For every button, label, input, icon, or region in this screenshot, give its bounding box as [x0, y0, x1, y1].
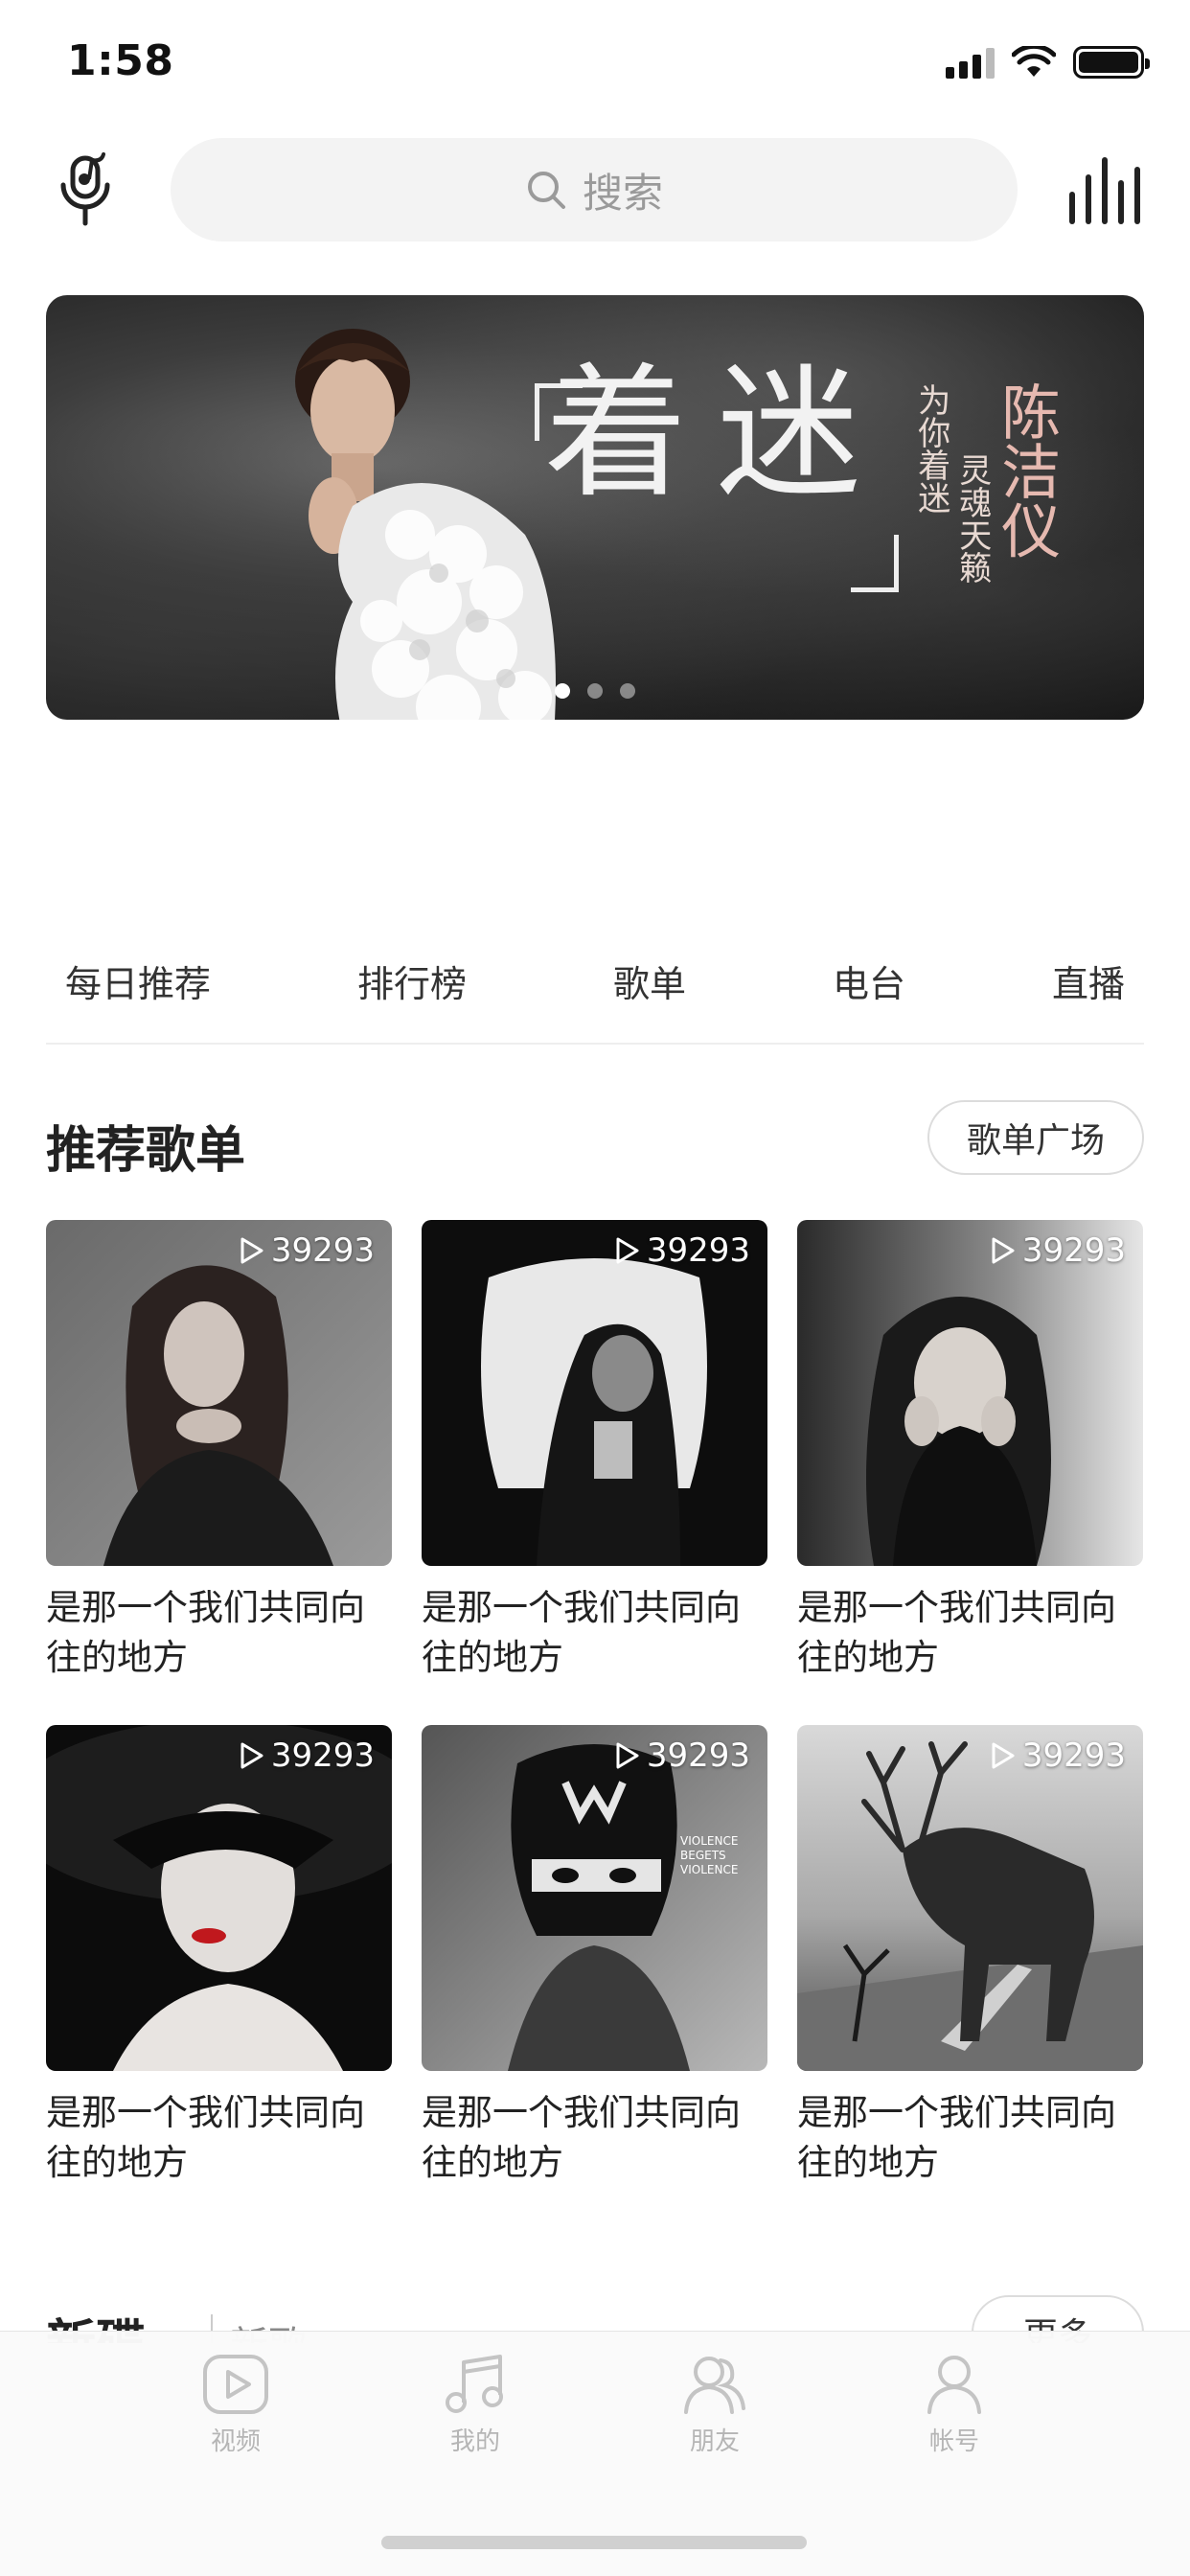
banner-title: 着迷 [544, 351, 890, 518]
playlist-cover[interactable]: 39293 [422, 1220, 767, 1566]
cover-image [797, 1220, 1143, 1566]
carousel-dot[interactable] [555, 683, 570, 699]
account-icon [927, 2356, 981, 2414]
cellular-signal-icon [946, 46, 995, 79]
tab-label: 我的 [449, 2427, 500, 2456]
play-count: 39293 [990, 1231, 1126, 1270]
playlist-card[interactable]: 39293 是那一个我们共同向往的地方 [797, 1725, 1143, 2188]
search-icon [527, 172, 565, 209]
playlist-cover[interactable]: 39293 [46, 1725, 392, 2071]
playlist-grid: 39293 是那一个我们共同向往的地方 39293 是那一个我们共同向往的地方 [46, 1220, 1144, 2188]
playlist-card[interactable]: 39293 是那一个我们共同向往的地方 [797, 1220, 1143, 1683]
cover-image [797, 1725, 1143, 2071]
status-time: 1:58 [67, 36, 174, 85]
play-icon [240, 1742, 263, 1769]
play-count: 39293 [990, 1736, 1126, 1775]
equalizer-icon [1069, 192, 1075, 224]
tab-label: 视频 [210, 2427, 261, 2456]
playlist-plaza-button[interactable]: 歌单广场 [927, 1100, 1144, 1175]
friends-icon [684, 2357, 745, 2414]
play-icon [240, 1237, 263, 1264]
play-icon [616, 1742, 639, 1769]
equalizer-button[interactable] [1069, 157, 1140, 224]
nav-item-charts[interactable]: 排行榜 [357, 954, 467, 1007]
tab-friends[interactable]: 朋友 [595, 2353, 835, 2457]
category-nav: 每日推荐 排行榜 歌单 电台 直播 [46, 918, 1144, 1045]
wifi-icon [1012, 46, 1056, 77]
svg-text:VIOLENCE: VIOLENCE [680, 1834, 738, 1848]
tab-list: 视频 我的 朋友 帐号 [0, 2353, 1190, 2457]
nav-item-radio[interactable]: 电台 [833, 954, 905, 1007]
play-count-value: 39293 [270, 1231, 375, 1270]
search-input[interactable]: 搜索 [171, 138, 1018, 242]
play-count-value: 39293 [1021, 1736, 1126, 1775]
carousel-indicator[interactable] [46, 683, 1144, 699]
playlist-cover[interactable]: 39293 [46, 1220, 392, 1566]
play-count-value: 39293 [1021, 1231, 1126, 1270]
playlist-card[interactable]: 39293 是那一个我们共同向往的地方 [46, 1220, 392, 1683]
video-icon [203, 2355, 268, 2414]
tab-account[interactable]: 帐号 [835, 2353, 1074, 2457]
recommended-header: 推荐歌单 歌单广场 [46, 1100, 1144, 1180]
play-count: 39293 [614, 1231, 750, 1270]
playlist-card[interactable]: 39293 是那一个我们共同向往的地方 [46, 1725, 392, 2188]
playlist-title[interactable]: 是那一个我们共同向往的地方 [797, 1583, 1143, 1683]
banner-tagline: 为你着迷 [911, 383, 950, 514]
status-bar: 1:58 [0, 0, 1190, 126]
svg-text:BEGETS: BEGETS [680, 1849, 726, 1862]
playlist-card[interactable]: VIOLENCE BEGETS VIOLENCE 39293 是那一个我们共同向… [422, 1725, 767, 2188]
music-note-icon [446, 2355, 503, 2413]
playlist-cover[interactable]: 39293 [797, 1725, 1143, 2071]
home-indicator[interactable] [381, 2536, 807, 2549]
carousel-dot[interactable] [620, 683, 635, 699]
play-icon [992, 1237, 1015, 1264]
header: 搜索 [0, 134, 1190, 245]
banner-tagline-2: 灵魂天籁 [952, 453, 992, 584]
status-icons [946, 46, 1150, 79]
playlist-title[interactable]: 是那一个我们共同向往的地方 [797, 2088, 1143, 2188]
carousel-dot[interactable] [587, 683, 603, 699]
battery-icon [1073, 46, 1150, 79]
play-icon [992, 1742, 1015, 1769]
nav-item-daily[interactable]: 每日推荐 [65, 954, 211, 1007]
banner-carousel[interactable]: 着迷 为你着迷 灵魂天籁 陈洁仪 [46, 295, 1144, 720]
playlist-card[interactable]: 39293 是那一个我们共同向往的地方 [422, 1220, 767, 1683]
play-count-value: 39293 [270, 1736, 375, 1775]
section-title: 推荐歌单 [46, 1122, 246, 1180]
playlist-title[interactable]: 是那一个我们共同向往的地方 [422, 2088, 767, 2188]
playlist-title[interactable]: 是那一个我们共同向往的地方 [46, 1583, 392, 1683]
playlist-cover[interactable]: VIOLENCE BEGETS VIOLENCE 39293 [422, 1725, 767, 2071]
playlist-cover[interactable]: 39293 [797, 1220, 1143, 1566]
play-icon [616, 1237, 639, 1264]
nav-item-playlists[interactable]: 歌单 [613, 954, 686, 1007]
voice-search-button[interactable] [54, 151, 123, 228]
cover-image [422, 1220, 767, 1566]
cover-image [46, 1220, 392, 1566]
microphone-music-icon [60, 152, 110, 226]
playlist-title[interactable]: 是那一个我们共同向往的地方 [46, 2088, 392, 2188]
play-count-value: 39293 [646, 1736, 750, 1775]
nav-item-live[interactable]: 直播 [1052, 954, 1125, 1007]
tab-video[interactable]: 视频 [116, 2353, 355, 2457]
cover-image: VIOLENCE BEGETS VIOLENCE [422, 1725, 767, 2071]
play-count: 39293 [239, 1736, 375, 1775]
play-count: 39293 [614, 1736, 750, 1775]
search-placeholder: 搜索 [582, 169, 663, 217]
title-bracket-right [851, 535, 899, 592]
cover-image [46, 1725, 392, 2071]
play-count: 39293 [239, 1231, 375, 1270]
banner-artist-name: 陈洁仪 [991, 381, 1062, 560]
playlist-title[interactable]: 是那一个我们共同向往的地方 [422, 1583, 767, 1683]
tab-label: 朋友 [689, 2427, 740, 2456]
tab-label: 帐号 [928, 2427, 979, 2456]
svg-text:VIOLENCE: VIOLENCE [680, 1863, 738, 1876]
tab-mine[interactable]: 我的 [355, 2353, 595, 2457]
play-count-value: 39293 [646, 1231, 750, 1270]
